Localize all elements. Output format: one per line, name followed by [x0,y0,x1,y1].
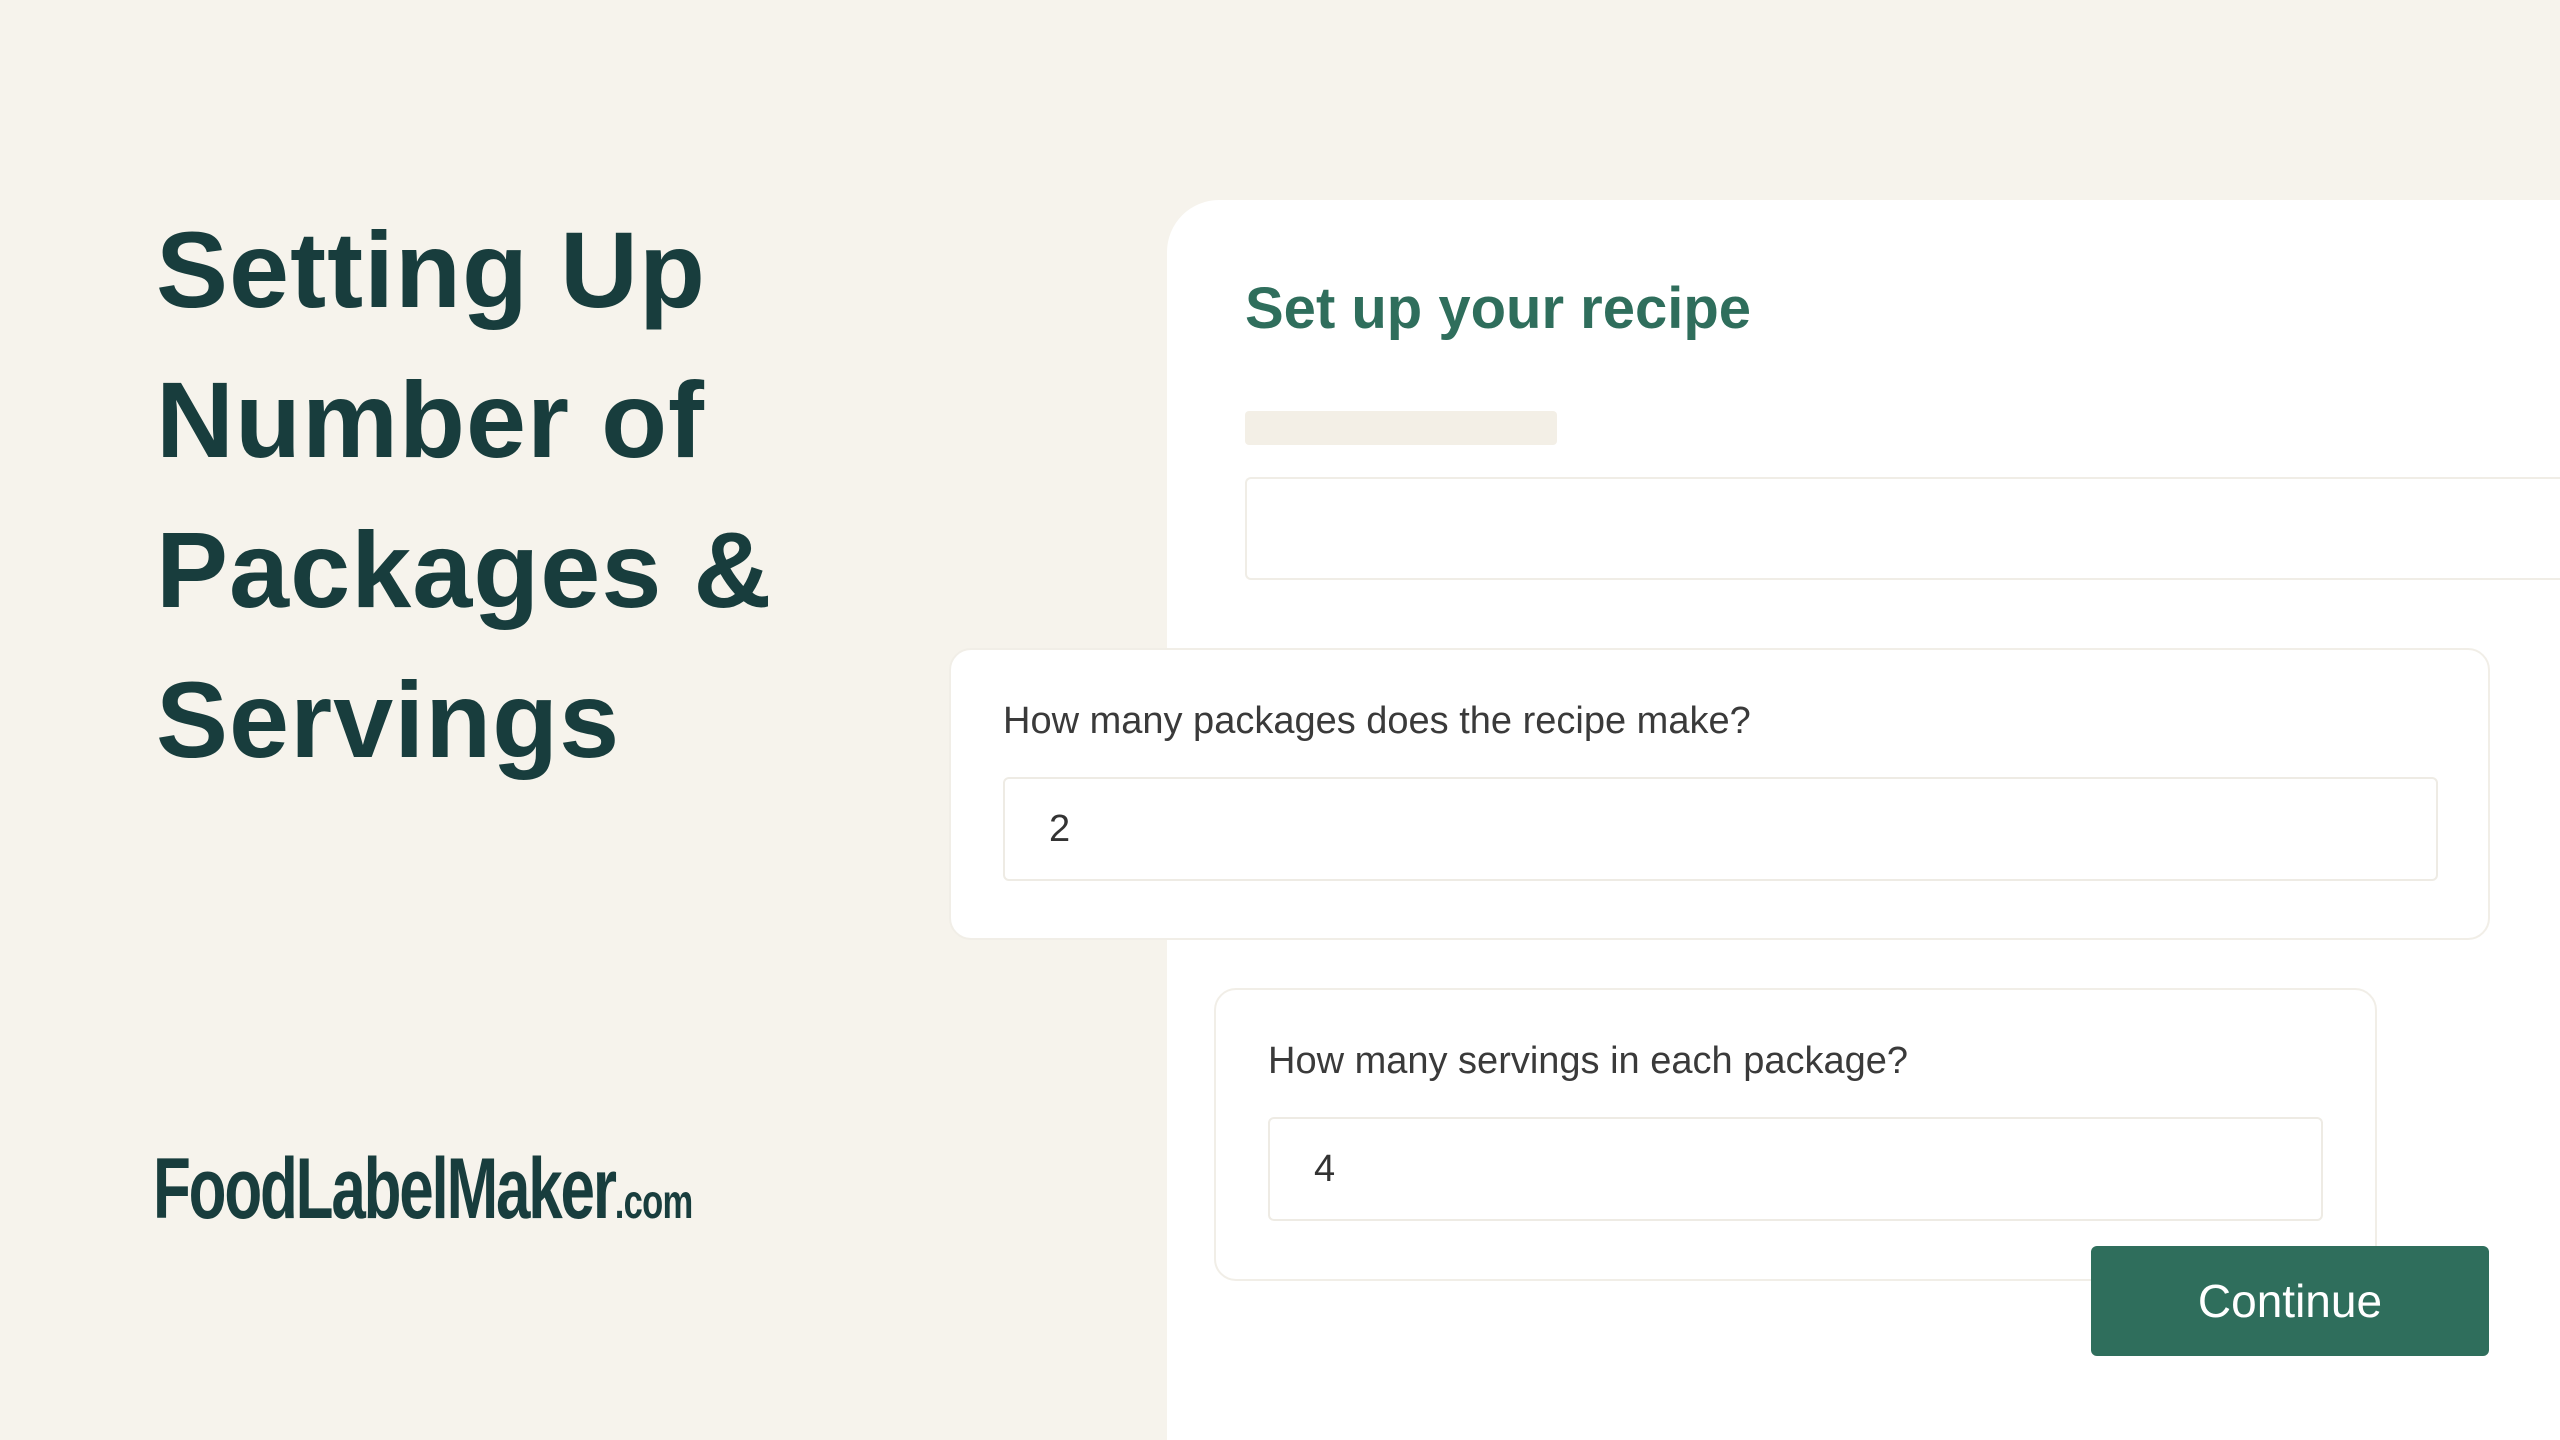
heading-line: Number of [156,359,705,480]
page-heading: Setting Up Number of Packages & Servings [156,195,976,795]
panel-title: Set up your recipe [1245,276,1752,341]
packages-question: How many packages does the recipe make? [1003,700,1751,742]
heading-line: Setting Up [156,209,706,330]
packages-input[interactable]: 2 [1003,777,2438,881]
placeholder-input-field[interactable] [1245,477,2560,580]
placeholder-label-bar [1245,411,1557,445]
stage: Setting Up Number of Packages & Servings… [0,0,2560,1440]
food-label-maker-logo: FoodLabelMaker.com [153,1140,693,1239]
heading-line: Servings [156,659,621,780]
servings-question: How many servings in each package? [1268,1040,1909,1082]
logo-suffix: .com [614,1176,694,1229]
packages-card: How many packages does the recipe make? … [949,648,2490,940]
servings-input[interactable]: 4 [1268,1117,2323,1221]
continue-button[interactable]: Continue [2091,1246,2489,1356]
heading-line: Packages & [156,509,773,630]
servings-card: How many servings in each package? 4 [1214,988,2377,1281]
logo-wordmark: FoodLabelMaker [153,1141,617,1237]
